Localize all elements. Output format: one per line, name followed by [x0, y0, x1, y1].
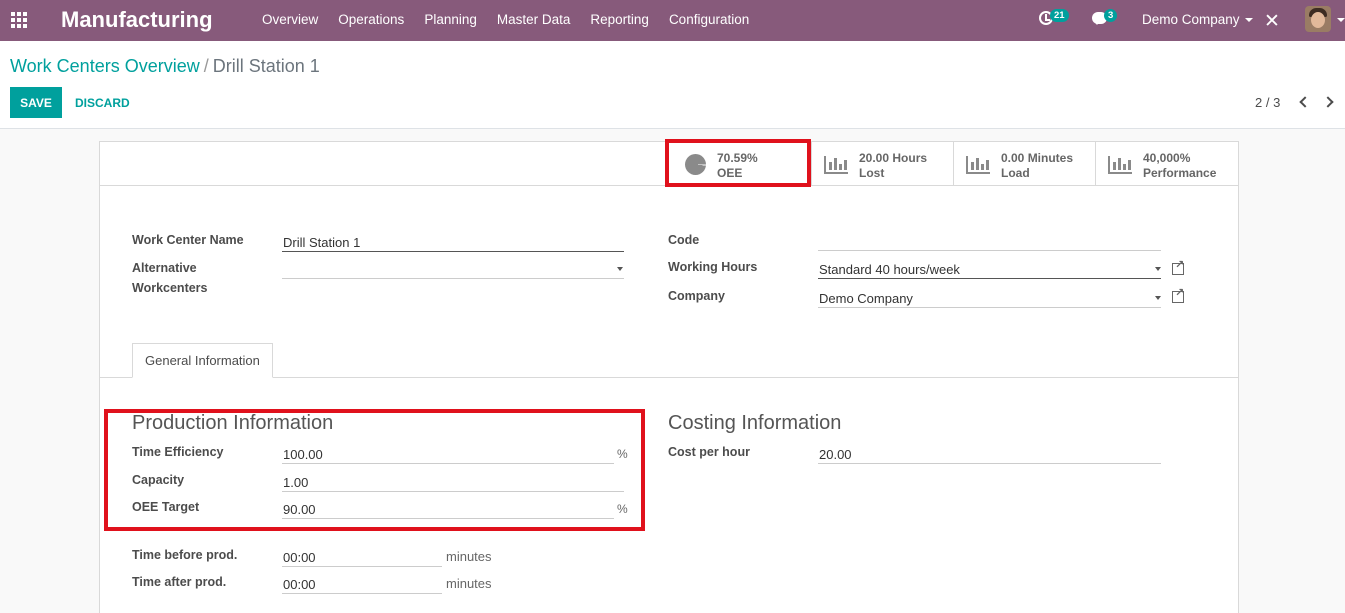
working-hours-label: Working Hours [668, 260, 758, 274]
external-link-icon[interactable] [1172, 286, 1184, 303]
work-center-name-label: Work Center Name [132, 233, 244, 247]
performance-stat-label: Performance [1143, 166, 1217, 180]
pager-next-icon[interactable] [1324, 96, 1334, 108]
company-select[interactable] [818, 286, 1161, 308]
bar-chart-icon [966, 156, 990, 174]
avatar-chevron-down-icon [1337, 18, 1345, 22]
top-navbar: Manufacturing Overview Operations Planni… [0, 0, 1345, 41]
oee-stat-value: 70.59% [717, 151, 758, 165]
bar-chart-icon [1108, 156, 1132, 174]
code-label: Code [668, 233, 700, 247]
oee-target-unit: % [617, 502, 628, 516]
load-stat-button[interactable]: 0.00 Minutes Load [953, 142, 1095, 186]
app-title: Manufacturing [61, 7, 213, 32]
breadcrumb-parent-link[interactable]: Work Centers Overview [10, 56, 200, 76]
pager-value: 2 / 3 [1255, 95, 1281, 110]
discard-button[interactable]: DISCARD [67, 87, 138, 118]
code-input[interactable] [818, 229, 1161, 251]
working-hours-select[interactable] [818, 257, 1161, 279]
activity-count-badge: 21 [1050, 9, 1069, 22]
performance-stat-value: 40,000% [1143, 151, 1191, 165]
time-after-production-input[interactable] [282, 572, 442, 594]
costing-information-title: Costing Information [668, 412, 842, 434]
load-stat-value: 0.00 Minutes [1001, 151, 1074, 165]
main-menu: Overview Operations Planning Master Data… [252, 0, 759, 41]
menu-planning[interactable]: Planning [414, 0, 487, 41]
chevron-down-icon [1244, 18, 1253, 23]
company-switcher-label: Demo Company [1142, 12, 1240, 27]
time-before-production-input[interactable] [282, 545, 442, 567]
breadcrumb: Work Centers Overview / Drill Station 1 [10, 56, 320, 77]
oee-target-label: OEE Target [132, 500, 200, 514]
alternative-workcenters-label: Alternative Workcenters [132, 261, 208, 295]
breadcrumb-current: Drill Station 1 [212, 56, 320, 76]
chevron-down-icon [1155, 296, 1161, 300]
apps-menu-icon[interactable] [11, 12, 29, 28]
close-tools-icon[interactable]: ✕ [1264, 10, 1280, 33]
capacity-input[interactable] [282, 470, 624, 492]
save-button[interactable]: SAVE [10, 87, 62, 118]
lost-stat-value: 20.00 Hours [859, 151, 928, 165]
pie-chart-icon [685, 154, 706, 175]
bar-chart-icon [824, 156, 848, 174]
company-switcher[interactable]: Demo Company [1142, 12, 1253, 27]
time-efficiency-unit: % [617, 447, 628, 461]
menu-operations[interactable]: Operations [328, 0, 414, 41]
lost-stat-label: Lost [859, 166, 885, 180]
cost-per-hour-input[interactable] [818, 442, 1161, 464]
external-link-icon[interactable] [1172, 258, 1184, 275]
time-after-production-label: Time after prod. [132, 575, 227, 589]
oee-target-input[interactable] [282, 497, 614, 519]
tab-general-information[interactable]: General Information [132, 343, 273, 378]
load-stat-label: Load [1001, 166, 1030, 180]
menu-reporting[interactable]: Reporting [580, 0, 659, 41]
user-avatar[interactable] [1305, 6, 1331, 32]
chevron-down-icon [617, 267, 623, 271]
production-information-title: Production Information [132, 412, 334, 434]
menu-overview[interactable]: Overview [252, 0, 328, 41]
message-count-badge: 3 [1104, 9, 1118, 22]
performance-stat-button[interactable]: 40,000% Performance [1095, 142, 1238, 186]
smart-button-box: 70.59% OEE 20.00 Hours Lost 0.00 Minutes… [100, 142, 1238, 186]
oee-stat-label: OEE [717, 166, 743, 180]
pager-previous-icon[interactable] [1298, 96, 1308, 108]
alternative-workcenters-select[interactable] [282, 257, 624, 279]
breadcrumb-separator: / [203, 56, 209, 76]
control-panel: Work Centers Overview / Drill Station 1 SA… [0, 41, 1345, 129]
form-sheet: 70.59% OEE 20.00 Hours Lost 0.00 Minutes… [99, 141, 1239, 613]
menu-configuration[interactable]: Configuration [659, 0, 759, 41]
capacity-label: Capacity [132, 473, 185, 487]
time-after-unit: minutes [446, 576, 492, 591]
company-label: Company [668, 289, 725, 303]
menu-master-data[interactable]: Master Data [487, 0, 581, 41]
cost-per-hour-label: Cost per hour [668, 445, 750, 459]
time-before-unit: minutes [446, 549, 492, 564]
time-before-production-label: Time before prod. [132, 548, 238, 562]
lost-stat-button[interactable]: 20.00 Hours Lost [811, 142, 953, 186]
work-center-name-input[interactable] [282, 230, 624, 252]
time-efficiency-label: Time Efficiency [132, 445, 224, 459]
oee-stat-button[interactable]: 70.59% OEE [668, 142, 810, 186]
chevron-down-icon [1155, 267, 1161, 271]
time-efficiency-input[interactable] [282, 442, 614, 464]
